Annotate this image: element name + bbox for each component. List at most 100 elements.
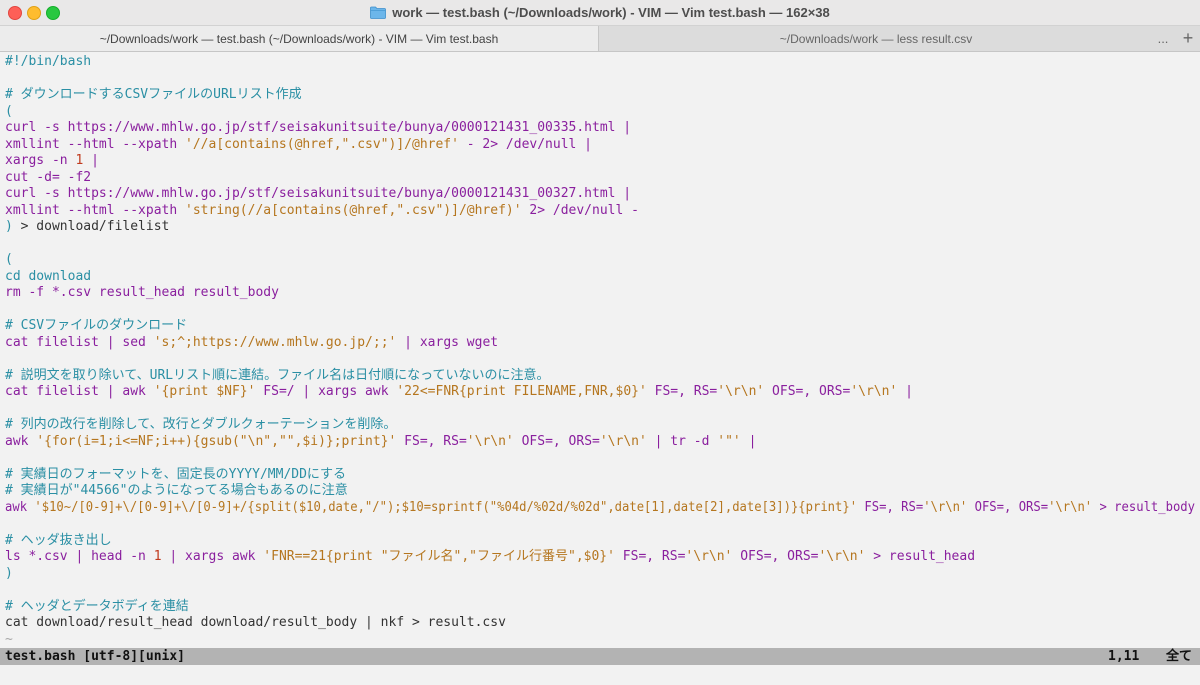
new-tab-button[interactable]: + xyxy=(1176,26,1200,51)
tab-overflow-button[interactable]: ... xyxy=(1152,26,1174,51)
code-line: ) xyxy=(5,566,13,583)
code-token-command: cut -d= -f2 xyxy=(5,169,92,185)
tab-bar: ~/Downloads/work — test.bash (~/Download… xyxy=(0,26,1200,52)
code-token-command: curl -s https://www.mhlw.go.jp/stf/seisa… xyxy=(5,186,632,201)
code-line: # 列内の改行を削除して、改行とダブルクォーテーションを削除。 xyxy=(5,417,396,434)
code-token-text: cat download/result_head download/result… xyxy=(5,615,506,630)
code-line: ls *.csv | head -n 1 | xargs awk 'FNR==2… xyxy=(5,549,975,566)
code-token-command: | tr -d xyxy=(646,433,718,449)
code-line: # ヘッダとデータボディを連結 xyxy=(5,599,189,616)
vim-command-line[interactable] xyxy=(0,665,1200,685)
code-token-comment: # CSVファイルのダウンロード xyxy=(5,318,188,333)
code-token-string: '\r\n' xyxy=(466,433,514,449)
code-token-string: 's;^;https://www.mhlw.go.jp/;;' xyxy=(153,334,397,350)
code-line: cut -d= -f2 xyxy=(5,170,91,187)
code-line: awk '$10~/[0-9]+\/[0-9]+\/[0-9]+/{split(… xyxy=(5,500,1195,517)
code-token-string: '{print $NF}' xyxy=(153,384,256,399)
code-token-comment: #!/bin/bash xyxy=(5,54,92,69)
code-token-string: '{for(i=1;i<=NF;i++){gsub("\n","",$i)};p… xyxy=(36,433,397,449)
code-token-tilde: ~ xyxy=(5,631,13,647)
code-token-command: xmllint --html --xpath xyxy=(5,136,186,152)
code-token-comment: # ヘッダ抜き出し xyxy=(5,532,112,548)
code-token-command: FS=, RS= xyxy=(646,384,718,399)
code-token-keyword: ) xyxy=(5,565,13,581)
code-token-command: cat filelist | awk xyxy=(5,384,154,399)
code-token-command: | xyxy=(897,384,913,399)
code-token-command: xmllint --html --xpath xyxy=(5,202,186,218)
tab-vim-test-bash[interactable]: ~/Downloads/work — test.bash (~/Download… xyxy=(0,26,599,51)
status-file-info: test.bash [utf-8][unix] xyxy=(5,649,186,664)
code-token-command: OFS=, ORS= xyxy=(967,499,1049,515)
code-line: ~ xyxy=(5,632,13,649)
code-line: curl -s https://www.mhlw.go.jp/stf/seisa… xyxy=(5,120,631,137)
status-cursor-position: 1,11 xyxy=(1108,649,1140,664)
code-line: cd download xyxy=(5,269,91,286)
code-token-comment: # ダウンロードするCSVファイルのURLリスト作成 xyxy=(5,87,302,102)
code-token-string: 'string(//a[contains(@href,".csv")]/@hre… xyxy=(185,202,522,218)
code-token-command: OFS=, ORS= xyxy=(513,433,600,449)
code-token-command: OFS=, ORS= xyxy=(764,384,851,399)
title-bar: work — test.bash (~/Downloads/work) - VI… xyxy=(0,0,1200,26)
code-token-command: awk xyxy=(5,499,35,515)
code-token-keyword: cd download xyxy=(5,268,92,284)
code-line: # 実績日のフォーマットを、固定長のYYYY/MM/DDにする xyxy=(5,467,346,484)
code-token-string: '\r\n' xyxy=(717,384,765,399)
folder-icon xyxy=(370,6,387,19)
code-token-command: xargs -n xyxy=(5,153,76,168)
code-token-command: awk xyxy=(5,433,37,449)
code-token-comment: # 実績日のフォーマットを、固定長のYYYY/MM/DDにする xyxy=(5,466,347,482)
code-token-command: | xargs awk xyxy=(161,549,264,564)
tab-less-result-csv[interactable]: ~/Downloads/work — less result.csv xyxy=(600,26,1152,51)
code-line: # 説明文を取り除いて、URLリスト順に連結。ファイル名は日付順になっていないの… xyxy=(5,368,549,385)
code-line: ( xyxy=(5,252,13,269)
code-line: xmllint --html --xpath '//a[contains(@hr… xyxy=(5,137,592,154)
code-token-string: '\r\n' xyxy=(1048,499,1093,515)
code-token-command: cat filelist | sed xyxy=(5,334,154,350)
code-token-comment: # 実績日が"44566"のようになってる場合もあるのに注意 xyxy=(5,483,348,498)
code-token-comment: # 列内の改行を削除して、改行とダブルクォーテーションを削除。 xyxy=(5,417,397,432)
code-token-command: curl -s https://www.mhlw.go.jp/stf/seisa… xyxy=(5,120,632,135)
code-line: xmllint --html --xpath 'string(//a[conta… xyxy=(5,203,639,220)
code-token-command: > result_body xyxy=(1092,499,1195,515)
code-token-comment: # 説明文を取り除いて、URLリスト順に連結。ファイル名は日付順になっていないの… xyxy=(5,367,550,383)
code-token-comment: # ヘッダとデータボディを連結 xyxy=(5,598,189,614)
code-line: cat filelist | sed 's;^;https://www.mhlw… xyxy=(5,335,498,352)
code-token-text: > download/filelist xyxy=(12,219,170,234)
code-token-string: '\r\n' xyxy=(818,549,866,564)
vim-editor-buffer[interactable]: #!/bin/bash # ダウンロードするCSVファイルのURLリスト作成(cu… xyxy=(0,52,1200,648)
code-token-number: 1 xyxy=(153,549,162,564)
window-title-group: work — test.bash (~/Downloads/work) - VI… xyxy=(0,0,1200,25)
code-token-string: '\r\n' xyxy=(923,499,968,515)
code-line: curl -s https://www.mhlw.go.jp/stf/seisa… xyxy=(5,186,631,203)
code-line: awk '{for(i=1;i<=NF;i++){gsub("\n","",$i… xyxy=(5,434,756,451)
code-token-command: 2> /dev/null - xyxy=(521,202,639,218)
vim-status-line: test.bash [utf-8][unix] 1,11 全て xyxy=(0,648,1200,665)
code-token-command: FS=, RS= xyxy=(396,433,467,449)
code-token-command: ls *.csv | head -n xyxy=(5,549,154,564)
code-token-command: | xargs wget xyxy=(396,334,499,350)
code-token-command: > result_head xyxy=(865,549,976,564)
code-token-keyword: ) xyxy=(5,219,13,234)
code-token-command: FS=, RS= xyxy=(614,549,686,564)
terminal-window: work — test.bash (~/Downloads/work) - VI… xyxy=(0,0,1200,685)
code-line: # ヘッダ抜き出し xyxy=(5,533,112,550)
code-line: xargs -n 1 | xyxy=(5,153,99,170)
code-line: cat download/result_head download/result… xyxy=(5,615,506,632)
code-token-string: '\r\n' xyxy=(850,384,898,399)
code-line: # 実績日が"44566"のようになってる場合もあるのに注意 xyxy=(5,483,348,500)
code-token-string: 'FNR==21{print "ファイル名","ファイル行番号",$0}' xyxy=(263,549,615,564)
code-token-string: '22<=FNR{print FILENAME,FNR,$0}' xyxy=(396,384,647,399)
code-token-string: '\r\n' xyxy=(685,549,733,564)
code-line: #!/bin/bash xyxy=(5,54,91,71)
code-line: cat filelist | awk '{print $NF}' FS=/ | … xyxy=(5,384,913,401)
code-token-command: rm -f *.csv result_head result_body xyxy=(5,285,279,300)
code-token-keyword: ( xyxy=(5,103,13,119)
code-token-command: | xyxy=(740,433,757,449)
code-token-command: FS=/ | xargs awk xyxy=(255,384,397,399)
code-token-string: '\r\n' xyxy=(599,433,647,449)
code-line: rm -f *.csv result_head result_body xyxy=(5,285,279,302)
code-line: # ダウンロードするCSVファイルのURLリスト作成 xyxy=(5,87,302,104)
code-token-command: | xyxy=(83,153,99,168)
code-line: ( xyxy=(5,104,13,121)
code-token-string: '//a[contains(@href,".csv")]/@href' xyxy=(185,136,459,152)
